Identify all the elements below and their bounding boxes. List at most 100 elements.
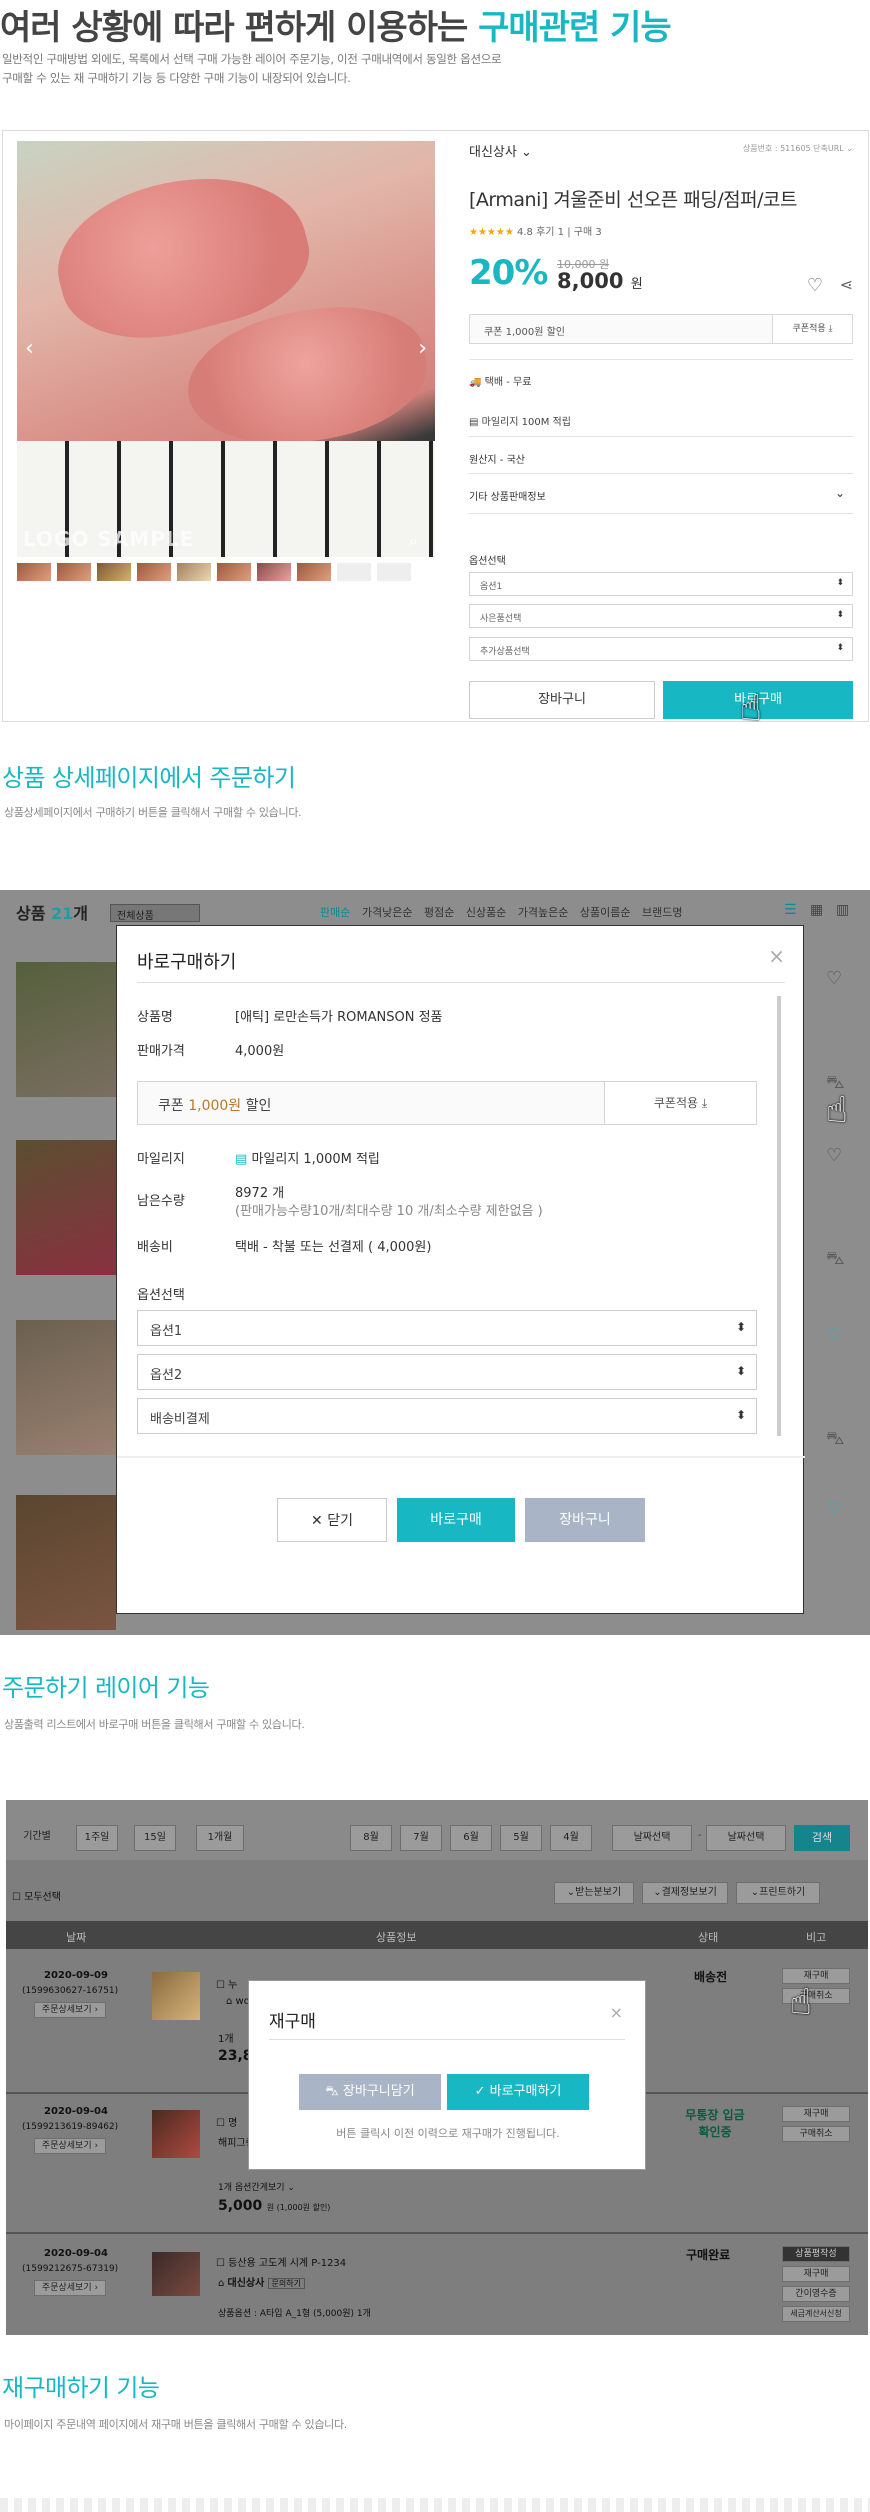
month-4[interactable]: 4월 bbox=[550, 1825, 592, 1851]
heart-icon[interactable]: ♡ bbox=[807, 275, 823, 296]
order-detail-button[interactable]: 주문상세보기 › bbox=[34, 2138, 106, 2154]
show-recipient-button[interactable]: ⌄받는분보기 bbox=[554, 1882, 634, 1904]
month-8[interactable]: 8월 bbox=[350, 1825, 392, 1851]
close-button[interactable]: ✕ 닫기 bbox=[277, 1498, 387, 1542]
product-number: 상품번호 : 511605 단축URL ⌄ bbox=[742, 144, 853, 153]
option-select-addon[interactable]: 추가상품선택 bbox=[469, 637, 853, 661]
product-name: [애틱] 로만손득가 ROMANSON 정품 bbox=[235, 1010, 443, 1025]
cart-icon[interactable]: ⛍ bbox=[826, 1428, 845, 1452]
date-from-input[interactable]: 날짜선택 bbox=[612, 1825, 692, 1851]
table-header: 날짜 상품정보 상태 비고 bbox=[6, 1921, 868, 1949]
receipt-button[interactable]: 간이영수증 bbox=[782, 2286, 850, 2302]
product-name: [Armani] 겨울준비 선오픈 패딩/점퍼/코트 bbox=[469, 189, 797, 211]
option-select-1[interactable]: 옵션1 bbox=[469, 572, 853, 596]
chevron-down-icon[interactable]: ⌄ bbox=[835, 486, 845, 500]
list-view-icon[interactable]: ☰ bbox=[784, 902, 797, 918]
order-date: 2020-09-04 bbox=[44, 2106, 108, 2117]
category-filter[interactable]: 전체상품 bbox=[110, 904, 200, 922]
write-review-button[interactable]: 상품평작성 bbox=[782, 2246, 850, 2262]
print-button[interactable]: ⌄프린트하기 bbox=[736, 1882, 820, 1904]
zoom-icon[interactable]: ⌕ bbox=[409, 531, 418, 551]
sale-price: 4,000원 bbox=[235, 1044, 285, 1059]
select-all-checkbox[interactable]: ☐ 모두선택 bbox=[12, 1888, 61, 1903]
sort-options[interactable]: 판매순 가격낮은순 평점순 신상품순 가격높은순 상품이름순 브랜드명 bbox=[320, 904, 682, 920]
wishlist-heart-icon[interactable]: ♡ bbox=[826, 1324, 842, 1345]
order-layer-modal: 바로구매하기 × 상품명 [애틱] 로만손득가 ROMANSON 정품 판매가격… bbox=[116, 925, 805, 1614]
search-button[interactable]: 검색 bbox=[794, 1825, 850, 1851]
buy-now-button[interactable]: 바로구매 bbox=[397, 1498, 515, 1542]
seller-name[interactable]: 대신상사 ⌄ bbox=[469, 141, 532, 160]
coupon-apply-button[interactable]: 쿠폰적용 ⤓ bbox=[772, 315, 852, 343]
section3-title: 재구매하기 기능 bbox=[2, 2374, 160, 2402]
gallery-view-icon[interactable]: ▥ bbox=[836, 902, 849, 918]
order-detail-button[interactable]: 주문상세보기 › bbox=[34, 2280, 106, 2296]
wishlist-heart-icon[interactable]: ♡ bbox=[826, 1498, 842, 1519]
logo-watermark: LOGO SAMPLE bbox=[23, 527, 195, 551]
hand-cursor-icon: ☝ bbox=[790, 1982, 812, 2023]
rating: ★★★★★ 4.8 후기 1 | 구매 3 bbox=[469, 227, 602, 238]
show-payment-button[interactable]: ⌄결제정보보기 bbox=[642, 1882, 728, 1904]
shipping-payment-select[interactable]: 배송비결제 bbox=[137, 1398, 757, 1434]
cart-icon: ⛍ bbox=[325, 2084, 339, 2099]
option-label: 옵션선택 bbox=[469, 556, 506, 567]
date-to-input[interactable]: 날짜선택 bbox=[706, 1825, 786, 1851]
option-select-1[interactable]: 옵션1 bbox=[137, 1310, 757, 1346]
grid-view-icon[interactable]: ▦ bbox=[810, 902, 823, 918]
hand-cursor-icon: ☝ bbox=[740, 688, 762, 729]
next-arrow-icon[interactable]: › bbox=[418, 336, 427, 361]
mileage-info: ▤ 마일리지 100M 적립 bbox=[469, 417, 571, 428]
stock-count: 8972 개 bbox=[235, 1186, 285, 1201]
section2-title: 주문하기 레이어 기능 bbox=[2, 1674, 210, 1702]
reorder-button[interactable]: 재구매 bbox=[782, 2266, 850, 2282]
period-1week[interactable]: 1주일 bbox=[76, 1825, 118, 1851]
share-icon[interactable]: ⋖ bbox=[840, 275, 853, 294]
page-title: 여러 상황에 따라 편하게 이용하는 구매관련 기능 bbox=[0, 8, 672, 48]
coupon-apply-button[interactable]: 쿠폰적용 ⤓ bbox=[604, 1082, 756, 1124]
tax-invoice-button[interactable]: 세금계산서신청 bbox=[782, 2306, 850, 2322]
prev-arrow-icon[interactable]: ‹ bbox=[25, 336, 34, 361]
reorder-note: 버튼 클릭시 이전 이력으로 재구매가 진행됩니다. bbox=[336, 2127, 560, 2140]
period-15days[interactable]: 15일 bbox=[134, 1825, 176, 1851]
order-date: 2020-09-09 bbox=[44, 1970, 108, 1981]
etc-info-toggle[interactable]: 기타 상품판매정보 bbox=[469, 488, 546, 503]
scrollbar[interactable] bbox=[777, 996, 781, 1436]
add-to-cart-button[interactable]: ⛍ 장바구니담기 bbox=[299, 2074, 441, 2110]
modal-title: 재구매 bbox=[269, 2012, 316, 2032]
cart-icon[interactable]: ⛍ bbox=[826, 1248, 845, 1272]
section2-desc: 상품출력 리스트에서 바로구매 버튼을 클릭해서 구매할 수 있습니다. bbox=[4, 1718, 305, 1731]
hand-cursor-icon: ☝ bbox=[826, 1090, 848, 1131]
month-6[interactable]: 6월 bbox=[450, 1825, 492, 1851]
thumbnail-strip[interactable] bbox=[17, 563, 435, 583]
divider bbox=[0, 2498, 870, 2512]
buy-now-button[interactable]: ✓ 바로구매하기 bbox=[447, 2074, 589, 2110]
reorder-button[interactable]: 재구매 bbox=[782, 2106, 850, 2122]
option-select-2[interactable]: 옵션2 bbox=[137, 1354, 757, 1390]
coupon-box: 쿠폰 1,000원 할인 쿠폰적용 ⤓ bbox=[137, 1081, 757, 1125]
section3-desc: 마이페이지 주문내역 페이지에서 재구매 버튼을 클릭해서 구매할 수 있습니다… bbox=[4, 2418, 348, 2431]
cancel-order-button[interactable]: 구매취소 bbox=[782, 2126, 850, 2142]
seller-name: ⌂ 대신상사 문의하기 bbox=[218, 2274, 305, 2289]
cart-button[interactable]: 장바구니 bbox=[469, 681, 655, 719]
order-number: (1599212675-67319) bbox=[22, 2264, 119, 2274]
shipping-info: 택배 - 착불 또는 선결제 ( 4,000원) bbox=[235, 1240, 432, 1255]
reorder-modal: 재구매 × ⛍ 장바구니담기 ✓ 바로구매하기 버튼 클릭시 이전 이력으로 재… bbox=[248, 1980, 646, 2170]
order-status: 구매완료 bbox=[686, 2248, 731, 2262]
option-select-gift[interactable]: 사은품선택 bbox=[469, 604, 853, 628]
product-name: ☐ 명 bbox=[216, 2118, 238, 2129]
product-detail-panel: LOGO SAMPLE ‹ › ⌕ 대신상사 ⌄ 상품번호 : 511605 단… bbox=[2, 130, 869, 722]
option-label: 옵션선택 bbox=[137, 1288, 185, 1303]
month-7[interactable]: 7월 bbox=[400, 1825, 442, 1851]
close-icon[interactable]: × bbox=[768, 944, 785, 968]
order-detail-button[interactable]: 주문상세보기 › bbox=[34, 2002, 106, 2018]
discount-rate: 20% bbox=[469, 253, 548, 293]
product-main-image: LOGO SAMPLE ‹ › ⌕ bbox=[17, 141, 435, 557]
modal-title: 바로구매하기 bbox=[137, 952, 237, 973]
wishlist-heart-icon[interactable]: ♡ bbox=[826, 1145, 842, 1166]
wishlist-heart-icon[interactable]: ♡ bbox=[826, 968, 842, 989]
mileage-info: ▤ 마일리지 1,000M 적립 bbox=[235, 1152, 380, 1167]
cart-button[interactable]: 장바구니 bbox=[525, 1498, 645, 1542]
period-1month[interactable]: 1개월 bbox=[196, 1825, 244, 1851]
order-status: 배송전 bbox=[694, 1970, 728, 1984]
close-icon[interactable]: × bbox=[610, 2003, 623, 2022]
month-5[interactable]: 5월 bbox=[500, 1825, 542, 1851]
